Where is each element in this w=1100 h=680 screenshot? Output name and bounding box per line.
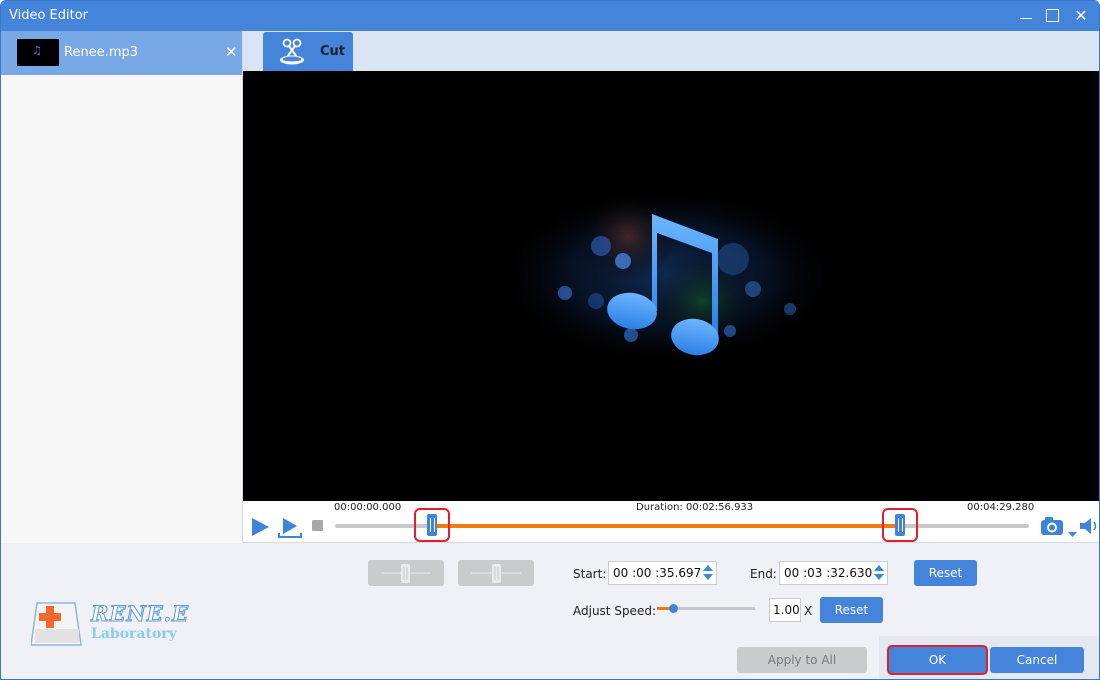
trim-start-icon <box>381 564 431 583</box>
end-time-value: 00 :03 :32.630 <box>784 566 873 580</box>
end-label: End: <box>750 567 777 581</box>
logo-sub: Laboratory <box>91 626 177 642</box>
start-trim-handle[interactable] <box>426 514 437 536</box>
end-trim-handle[interactable] <box>895 514 906 536</box>
set-end-button[interactable] <box>458 560 534 586</box>
speed-unit: X <box>804 604 813 618</box>
file-thumbnail <box>17 39 59 66</box>
camera-icon <box>1041 517 1063 535</box>
chevron-down-icon <box>1068 532 1077 537</box>
reset-speed-button[interactable]: Reset <box>820 597 883 623</box>
volume-button[interactable] <box>1079 517 1099 539</box>
music-note-icon <box>498 186 838 366</box>
close-window-button[interactable]: ✕ <box>1069 5 1093 27</box>
adjust-speed-label: Adjust Speed: <box>573 604 656 618</box>
play-icon <box>252 518 269 536</box>
play-selection-button[interactable] <box>278 517 302 543</box>
trim-end-icon <box>471 564 521 583</box>
title-bar: Video Editor ✕ <box>1 1 1099 31</box>
stop-button[interactable] <box>312 520 323 531</box>
start-time-input[interactable]: 00 :00 :35.697 <box>608 561 717 585</box>
start-time-value: 00 :00 :35.697 <box>613 566 702 580</box>
reset-cut-button[interactable]: Reset <box>914 560 977 586</box>
start-label: Start: <box>573 567 607 581</box>
video-preview <box>243 71 1099 501</box>
timeline-selection <box>431 524 901 528</box>
speed-value-input[interactable]: 1.00 <box>769 598 801 622</box>
speaker-icon <box>1080 518 1097 534</box>
file-name: Renee.mp3 <box>64 45 139 60</box>
speed-slider-knob[interactable] <box>668 604 678 613</box>
end-time-input[interactable]: 00 :03 :32.630 <box>779 561 888 585</box>
apply-to-all-button[interactable]: Apply to All <box>737 647 867 673</box>
end-time-spinner[interactable] <box>874 565 884 581</box>
timeline-start-time: 00:00:00.000 <box>334 502 402 513</box>
logo-brand: RENE.E <box>91 601 189 627</box>
cancel-button[interactable]: Cancel <box>990 647 1084 673</box>
timeline-bar: 00:00:00.000 Duration: 00:02:56.933 00:0… <box>243 501 1099 543</box>
ok-button[interactable]: OK <box>889 647 986 673</box>
logo: RENE.E Laboratory <box>30 599 188 653</box>
snapshot-dropdown[interactable] <box>1068 523 1077 542</box>
tab-cut-label: Cut <box>320 44 346 59</box>
edit-controls-panel: Start: 00 :00 :35.697 End: 00 :03 :32.63… <box>1 543 1099 679</box>
play-selection-icon <box>278 518 302 538</box>
start-time-spinner[interactable] <box>703 565 713 581</box>
tab-cut[interactable]: Cut <box>263 32 353 71</box>
rene-logo-icon <box>30 602 82 646</box>
scissors-icon <box>280 38 304 65</box>
timeline-end-time: 00:04:29.280 <box>967 502 1035 513</box>
timeline-duration: Duration: 00:02:56.933 <box>636 502 754 513</box>
set-start-button[interactable] <box>368 560 444 586</box>
maximize-button[interactable] <box>1040 5 1064 27</box>
snapshot-button[interactable] <box>1040 515 1066 541</box>
tool-tab-bar: Cut <box>243 31 1099 71</box>
window-title: Video Editor <box>9 8 89 23</box>
speed-slider[interactable] <box>657 604 755 613</box>
video-editor-window: Video Editor ✕ Renee.mp3 ✕ Cut <box>0 0 1100 680</box>
file-list-item[interactable]: Renee.mp3 ✕ <box>1 31 242 75</box>
play-button[interactable] <box>251 517 271 541</box>
minimize-button[interactable] <box>1014 5 1038 27</box>
remove-file-button[interactable]: ✕ <box>225 43 238 61</box>
file-list-panel: Renee.mp3 ✕ <box>1 31 243 543</box>
